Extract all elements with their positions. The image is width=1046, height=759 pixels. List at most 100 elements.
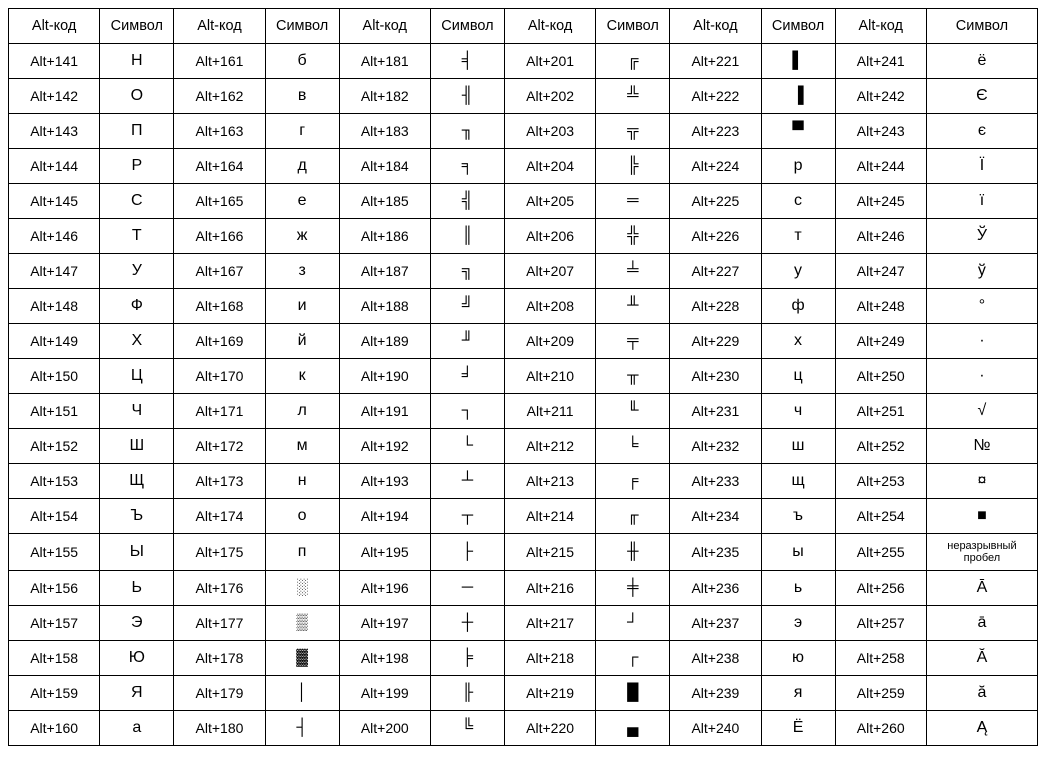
header-alt: Alt-код xyxy=(9,9,100,44)
symbol-cell: Ф xyxy=(100,289,174,324)
table-row: Alt+152ШAlt+172мAlt+192└Alt+212╘Alt+232ш… xyxy=(9,429,1038,464)
symbol-cell: ╟ xyxy=(430,676,504,711)
alt-code-cell: Alt+172 xyxy=(174,429,265,464)
header-row: Alt-кодСимволAlt-кодСимволAlt-кодСимволA… xyxy=(9,9,1038,44)
alt-code-cell: Alt+256 xyxy=(835,571,926,606)
alt-code-cell: Alt+202 xyxy=(504,79,595,114)
alt-code-cell: Alt+249 xyxy=(835,324,926,359)
alt-code-cell: Alt+143 xyxy=(9,114,100,149)
alt-code-cell: Alt+211 xyxy=(504,394,595,429)
alt-code-cell: Alt+198 xyxy=(339,641,430,676)
symbol-cell: б xyxy=(265,44,339,79)
symbol-cell: Щ xyxy=(100,464,174,499)
table-row: Alt+144РAlt+164дAlt+184╕Alt+204╠Alt+224р… xyxy=(9,149,1038,184)
alt-code-cell: Alt+224 xyxy=(670,149,761,184)
symbol-cell: ā xyxy=(926,606,1037,641)
symbol-cell: ╡ xyxy=(430,44,504,79)
alt-code-cell: Alt+187 xyxy=(339,254,430,289)
symbol-cell: неразрывный пробел xyxy=(926,534,1037,571)
symbol-cell: ┘ xyxy=(596,606,670,641)
symbol-cell: ╧ xyxy=(596,254,670,289)
symbol-cell: а xyxy=(100,711,174,746)
alt-code-cell: Alt+168 xyxy=(174,289,265,324)
header-alt: Alt-код xyxy=(339,9,430,44)
symbol-cell: щ xyxy=(761,464,835,499)
symbol-cell: ╠ xyxy=(596,149,670,184)
alt-code-cell: Alt+221 xyxy=(670,44,761,79)
symbol-cell: ы xyxy=(761,534,835,571)
alt-code-cell: Alt+228 xyxy=(670,289,761,324)
alt-code-cell: Alt+251 xyxy=(835,394,926,429)
symbol-cell: Ъ xyxy=(100,499,174,534)
alt-code-cell: Alt+222 xyxy=(670,79,761,114)
alt-code-cell: Alt+201 xyxy=(504,44,595,79)
alt-code-cell: Alt+186 xyxy=(339,219,430,254)
symbol-cell: О xyxy=(100,79,174,114)
alt-code-cell: Alt+212 xyxy=(504,429,595,464)
alt-code-cell: Alt+209 xyxy=(504,324,595,359)
alt-code-cell: Alt+226 xyxy=(670,219,761,254)
symbol-cell: я xyxy=(761,676,835,711)
symbol-cell: ╖ xyxy=(430,114,504,149)
symbol-cell: м xyxy=(265,429,339,464)
table-row: Alt+153ЩAlt+173нAlt+193┴Alt+213╒Alt+233щ… xyxy=(9,464,1038,499)
alt-code-cell: Alt+169 xyxy=(174,324,265,359)
symbol-cell: Ї xyxy=(926,149,1037,184)
table-row: Alt+142ОAlt+162вAlt+182╢Alt+202╩Alt+222▐… xyxy=(9,79,1038,114)
symbol-cell: ă xyxy=(926,676,1037,711)
symbol-cell: Ā xyxy=(926,571,1037,606)
alt-code-cell: Alt+193 xyxy=(339,464,430,499)
table-row: Alt+149ХAlt+169йAlt+189╜Alt+209╤Alt+229х… xyxy=(9,324,1038,359)
symbol-cell: й xyxy=(265,324,339,359)
alt-code-cell: Alt+239 xyxy=(670,676,761,711)
symbol-cell: ▀ xyxy=(761,114,835,149)
alt-code-cell: Alt+257 xyxy=(835,606,926,641)
alt-code-cell: Alt+237 xyxy=(670,606,761,641)
alt-code-cell: Alt+220 xyxy=(504,711,595,746)
symbol-cell: └ xyxy=(430,429,504,464)
alt-code-cell: Alt+156 xyxy=(9,571,100,606)
symbol-cell: ¤ xyxy=(926,464,1037,499)
alt-code-cell: Alt+192 xyxy=(339,429,430,464)
alt-code-cell: Alt+199 xyxy=(339,676,430,711)
symbol-cell: ю xyxy=(761,641,835,676)
symbol-cell: ░ xyxy=(265,571,339,606)
alt-code-cell: Alt+150 xyxy=(9,359,100,394)
table-row: Alt+156ЬAlt+176░Alt+196─Alt+216╪Alt+236ь… xyxy=(9,571,1038,606)
alt-code-cell: Alt+181 xyxy=(339,44,430,79)
alt-code-table: Alt-кодСимволAlt-кодСимволAlt-кодСимволA… xyxy=(8,8,1038,746)
alt-code-cell: Alt+238 xyxy=(670,641,761,676)
alt-code-cell: Alt+178 xyxy=(174,641,265,676)
symbol-cell: ─ xyxy=(430,571,504,606)
header-sym: Символ xyxy=(265,9,339,44)
table-row: Alt+146ТAlt+166жAlt+186║Alt+206╬Alt+226т… xyxy=(9,219,1038,254)
symbol-cell: ╣ xyxy=(430,184,504,219)
symbol-cell: № xyxy=(926,429,1037,464)
alt-code-cell: Alt+213 xyxy=(504,464,595,499)
header-alt: Alt-код xyxy=(174,9,265,44)
alt-code-cell: Alt+216 xyxy=(504,571,595,606)
symbol-cell: ╘ xyxy=(596,429,670,464)
symbol-cell: Э xyxy=(100,606,174,641)
alt-code-cell: Alt+234 xyxy=(670,499,761,534)
table-row: Alt+147УAlt+167зAlt+187╗Alt+207╧Alt+227у… xyxy=(9,254,1038,289)
symbol-cell: ┐ xyxy=(430,394,504,429)
symbol-cell: ┼ xyxy=(430,606,504,641)
alt-code-cell: Alt+227 xyxy=(670,254,761,289)
symbol-cell: ° xyxy=(926,289,1037,324)
alt-code-cell: Alt+258 xyxy=(835,641,926,676)
alt-code-cell: Alt+210 xyxy=(504,359,595,394)
symbol-cell: ╩ xyxy=(596,79,670,114)
alt-code-cell: Alt+206 xyxy=(504,219,595,254)
symbol-cell: Р xyxy=(100,149,174,184)
alt-code-cell: Alt+177 xyxy=(174,606,265,641)
table-row: Alt+145СAlt+165еAlt+185╣Alt+205═Alt+225с… xyxy=(9,184,1038,219)
symbol-cell: ▄ xyxy=(596,711,670,746)
symbol-cell: ╦ xyxy=(596,114,670,149)
alt-code-cell: Alt+203 xyxy=(504,114,595,149)
symbol-cell: з xyxy=(265,254,339,289)
symbol-cell: С xyxy=(100,184,174,219)
header-alt: Alt-код xyxy=(504,9,595,44)
header-sym: Символ xyxy=(926,9,1037,44)
alt-code-cell: Alt+219 xyxy=(504,676,595,711)
